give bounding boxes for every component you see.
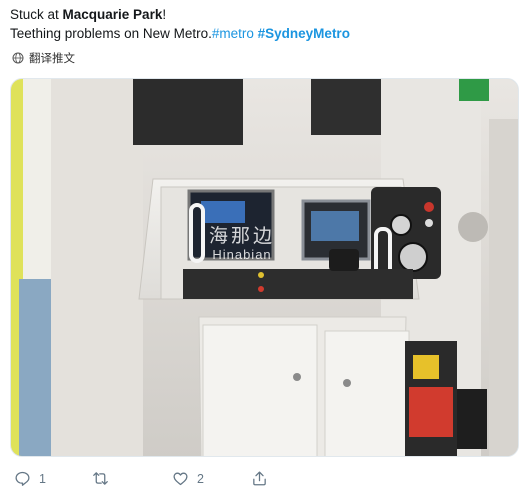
heart-icon — [173, 472, 188, 486]
tweet-text-suffix: ! — [162, 7, 167, 22]
like-button[interactable]: 2 — [172, 470, 204, 487]
translate-label: 翻译推文 — [29, 53, 75, 65]
reply-button[interactable]: 1 — [14, 470, 46, 487]
hashtag-sydneymetro-link[interactable]: #SydneyMetro — [258, 26, 350, 41]
tweet-line-2: Teething problems on New Metro.#metro #S… — [10, 24, 515, 43]
share-icon — [253, 471, 266, 486]
reply-icon — [15, 471, 30, 486]
translate-tweet-button[interactable]: 翻译推文 — [12, 50, 75, 66]
retweet-icon — [93, 472, 108, 485]
tweet-line-1: Stuck at Macquarie Park! — [10, 5, 515, 24]
retweet-button[interactable] — [92, 470, 117, 487]
train-cab-photo — [11, 79, 518, 456]
tweet-text: Stuck at Macquarie Park! Teething proble… — [10, 5, 515, 43]
tweet-location: Macquarie Park — [62, 7, 163, 22]
tweet-text-body: Teething problems on New Metro. — [10, 26, 212, 41]
globe-icon — [12, 52, 24, 64]
tweet-actions: 1 2 — [14, 470, 514, 494]
share-button[interactable] — [251, 470, 268, 487]
like-count: 2 — [197, 471, 204, 486]
hashtag-metro-link[interactable]: #metro — [212, 26, 254, 41]
reply-count: 1 — [39, 471, 46, 486]
tweet-photo[interactable]: 海那边 Hinabian — [10, 78, 519, 457]
tweet-text-prefix: Stuck at — [10, 7, 63, 22]
